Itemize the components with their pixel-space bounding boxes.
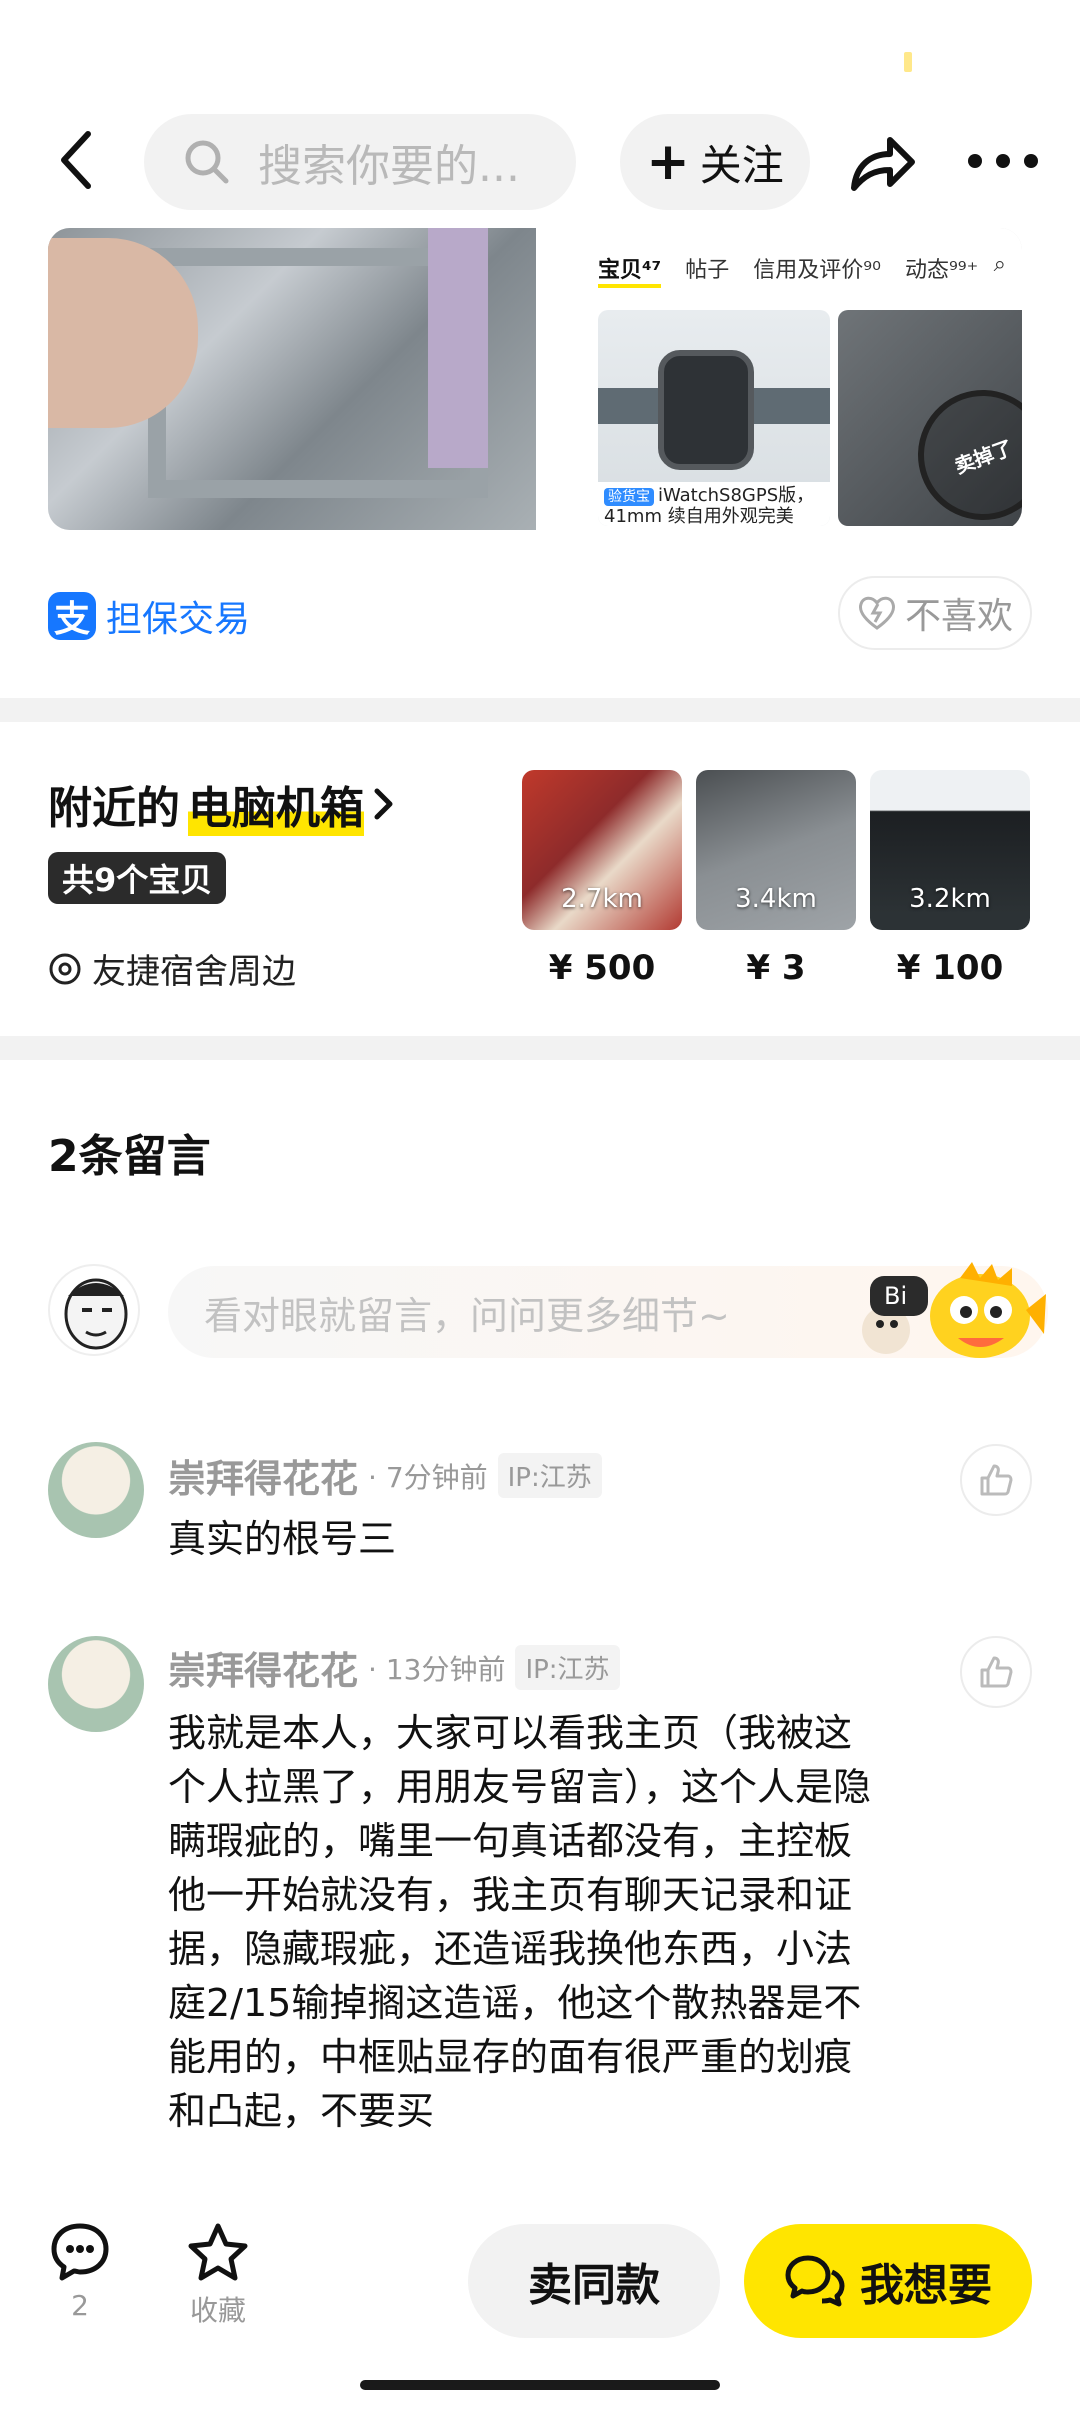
comment-header: 崇拜得花花 · 13分钟前 IP:江苏 — [168, 1640, 620, 1695]
comment-ip-badge: IP:江苏 — [515, 1645, 620, 1690]
comment-input-placeholder: 看对眼就留言，问问更多细节~ — [204, 1293, 730, 1338]
watch-shape — [658, 350, 754, 470]
nearby-count-badge: 共9个宝贝 — [48, 852, 227, 904]
screenshot-tab: 宝贝⁴⁷ — [598, 252, 662, 288]
commenter-avatar[interactable] — [48, 1636, 144, 1732]
i-want-label: 我想要 — [860, 2260, 992, 2311]
comment-text: 真实的根号三 — [168, 1517, 397, 1561]
thermal-pad-shape — [428, 228, 488, 468]
location-pin-icon — [49, 953, 81, 984]
section-divider — [0, 698, 1080, 722]
sold-stamp: 卖掉了 — [899, 371, 1022, 530]
item-photo-case[interactable] — [48, 228, 536, 530]
dislike-button[interactable]: 不喜欢 — [838, 576, 1032, 650]
nearby-item-price: ¥ 500 — [548, 948, 656, 988]
dislike-label: 不喜欢 — [904, 596, 1013, 637]
search-input[interactable]: 搜索你要的... — [144, 114, 576, 210]
i-want-button[interactable]: 我想要 — [744, 2224, 1032, 2338]
comment-text: 我就是本人，大家可以看我主页（我被这个人拉黑了，用朋友号留言），这个人是隐瞒瑕疵… — [168, 1711, 872, 2133]
avatar[interactable] — [48, 1264, 140, 1356]
guarantee-badge[interactable]: 支 担保交易 — [48, 590, 250, 642]
screenshot-tabs: 宝贝⁴⁷ 帖子 信用及评价⁹⁰ 动态⁹⁹⁺ — [536, 252, 1022, 288]
nearby-item-distance: 3.4km — [735, 884, 817, 914]
dot-icon — [1024, 154, 1038, 168]
watch-caption: 验货宝 iWatchS8GPS版，41mm 续自用外观完美 — [598, 482, 830, 526]
comment-time: · 13分钟前 — [368, 1652, 506, 1686]
favorite-button[interactable]: 收藏 — [178, 2222, 258, 2329]
dot-icon — [968, 154, 982, 168]
chat-bubble-icon — [51, 2223, 109, 2281]
comment-count-button[interactable]: 2 — [44, 2222, 116, 2322]
search-icon: ⌕ — [993, 252, 1006, 277]
like-button[interactable] — [960, 1636, 1032, 1708]
section-divider — [0, 1036, 1080, 1060]
commenter-avatar[interactable] — [48, 1442, 144, 1538]
nearby-item-distance: 2.7km — [561, 884, 643, 914]
nearby-title-prefix: 附近的 — [48, 783, 180, 834]
home-indicator[interactable] — [360, 2380, 720, 2390]
thumbs-up-icon — [980, 1656, 1013, 1688]
comment-ip-badge: IP:江苏 — [497, 1453, 602, 1498]
back-button[interactable] — [46, 128, 106, 192]
favorite-label: 收藏 — [189, 2294, 246, 2327]
share-icon[interactable] — [846, 128, 918, 196]
commenter-name[interactable]: 崇拜得花花 — [168, 1448, 358, 1503]
svg-text:Bi: Bi — [884, 1282, 907, 1310]
nearby-item-thumb[interactable]: 3.4km — [696, 770, 856, 930]
follow-button[interactable]: + 关注 — [620, 114, 810, 210]
guarantee-label: 担保交易 — [106, 599, 251, 640]
like-button[interactable] — [960, 1444, 1032, 1516]
nearby-location: 友捷宿舍周边 — [48, 944, 296, 993]
more-options-button[interactable] — [968, 136, 1038, 186]
screenshot-sold-image: 卖掉了 — [838, 310, 1022, 530]
search-placeholder: 搜索你要的... — [258, 141, 520, 192]
sell-same-label: 卖同款 — [528, 2260, 660, 2311]
top-bar: 搜索你要的... + 关注 — [0, 108, 1080, 216]
sell-same-button[interactable]: 卖同款 — [468, 2224, 720, 2338]
nearby-title[interactable]: 附近的 电脑机箱 — [48, 772, 396, 836]
nearby-location-text: 友捷宿舍周边 — [92, 952, 296, 992]
fish-mascot-icon: Bi — [862, 1262, 1046, 1358]
comment-count: 2 — [71, 2289, 89, 2322]
search-icon — [185, 140, 229, 184]
chat-icon — [785, 2255, 845, 2307]
screenshot-watch-image: 验货宝 iWatchS8GPS版，41mm 续自用外观完美 — [598, 310, 830, 526]
nearby-item-distance: 3.2km — [909, 884, 991, 914]
item-photo-gallery[interactable]: 宝贝⁴⁷ 帖子 信用及评价⁹⁰ 动态⁹⁹⁺ ⌕ 验货宝 iWatchS8GPS版，… — [48, 228, 1022, 530]
star-icon — [188, 2223, 248, 2281]
comment-header: 崇拜得花花 · 7分钟前 IP:江苏 — [168, 1448, 602, 1503]
back-arrow-icon — [61, 131, 91, 189]
nearby-item-price: ¥ 100 — [896, 948, 1004, 988]
screenshot-tab: 动态⁹⁹⁺ — [904, 258, 979, 283]
thumbs-up-icon — [980, 1464, 1013, 1496]
screenshot-tab: 信用及评价⁹⁰ — [753, 258, 881, 283]
avatar-face-icon — [64, 1278, 128, 1350]
nearby-item-thumb[interactable]: 2.7km — [522, 770, 682, 930]
comments-title: 2条留言 — [48, 1131, 211, 1182]
plus-icon: + — [646, 132, 690, 192]
follow-label: 关注 — [699, 140, 784, 190]
nearby-item-price: ¥ 3 — [746, 948, 806, 988]
broken-heart-icon — [859, 596, 895, 630]
nearby-item-thumb[interactable]: 3.2km — [870, 770, 1030, 930]
inspection-tag: 验货宝 — [604, 488, 654, 506]
status-indicator — [904, 52, 912, 72]
nearby-title-category: 电脑机箱 — [188, 772, 364, 836]
alipay-icon: 支 — [48, 592, 96, 640]
comment-time: · 7分钟前 — [368, 1460, 488, 1494]
screenshot-tab: 帖子 — [685, 258, 730, 283]
chevron-right-icon — [374, 788, 393, 820]
commenter-name[interactable]: 崇拜得花花 — [168, 1640, 358, 1695]
dot-icon — [996, 154, 1010, 168]
item-photo-screenshot[interactable]: 宝贝⁴⁷ 帖子 信用及评价⁹⁰ 动态⁹⁹⁺ ⌕ 验货宝 iWatchS8GPS版，… — [536, 228, 1022, 530]
